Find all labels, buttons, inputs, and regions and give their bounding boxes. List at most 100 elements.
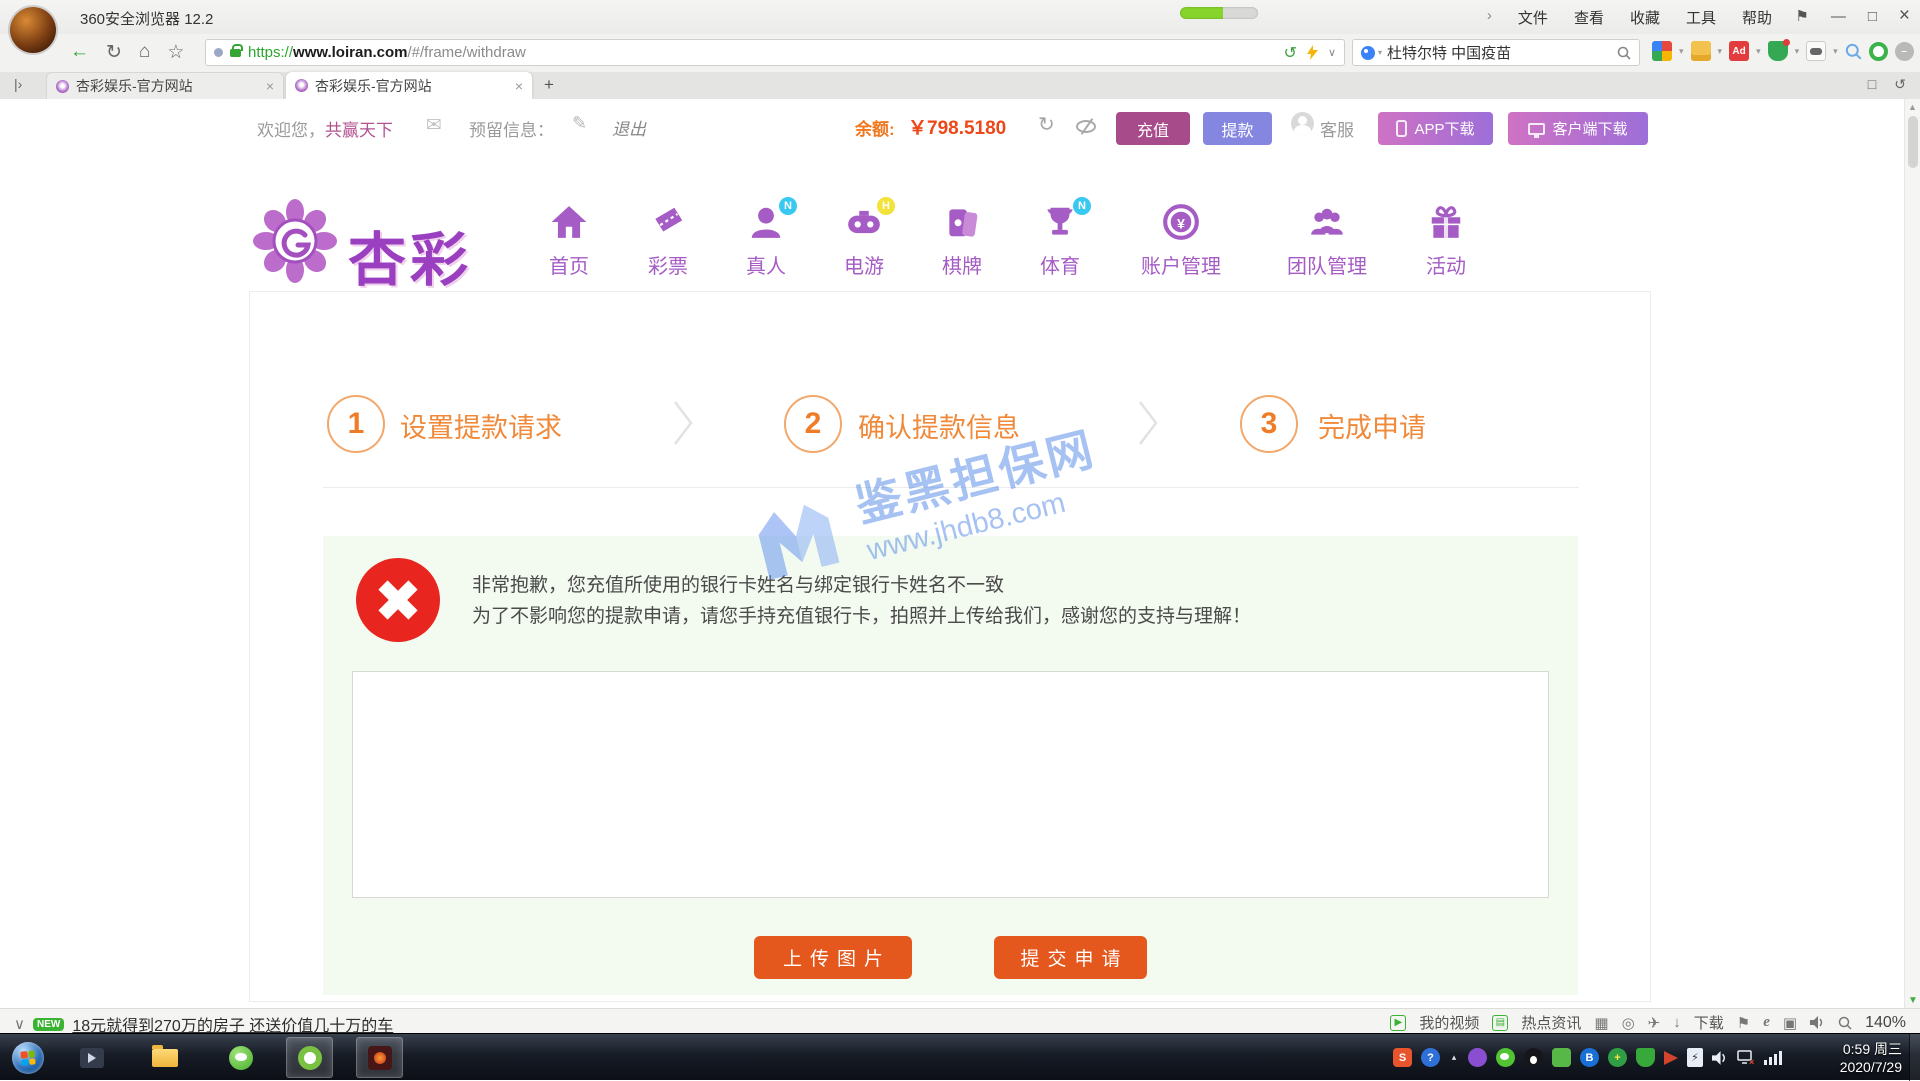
tab-close-icon[interactable]: × bbox=[515, 78, 523, 94]
volume-icon[interactable] bbox=[1712, 1050, 1728, 1066]
taskbar-messenger[interactable] bbox=[217, 1037, 264, 1078]
app-download-button[interactable]: APP下载 bbox=[1378, 112, 1493, 145]
edit-icon[interactable]: ✎ bbox=[572, 113, 587, 134]
message-envelope-icon[interactable]: ✉ bbox=[426, 114, 442, 137]
tab-close-icon[interactable]: × bbox=[266, 78, 274, 94]
hot-news-icon[interactable]: ▤ bbox=[1492, 1015, 1508, 1031]
security-shield-tray-icon[interactable] bbox=[1636, 1048, 1655, 1067]
menu-chevron-icon[interactable]: › bbox=[1487, 7, 1492, 28]
scroll-down-icon[interactable]: ▼ bbox=[1908, 995, 1918, 1006]
taskbar-app-active[interactable] bbox=[356, 1037, 403, 1078]
skin-icon[interactable]: ⚑ bbox=[1795, 7, 1808, 25]
taskbar-media-player[interactable] bbox=[68, 1037, 115, 1078]
nav-team[interactable]: 团队管理 bbox=[1267, 203, 1387, 279]
ext-caret[interactable]: ▾ bbox=[1718, 46, 1723, 57]
my-video-icon[interactable]: ▶ bbox=[1390, 1015, 1406, 1031]
client-download-button[interactable]: 客户端下载 bbox=[1508, 112, 1648, 145]
search-engine-icon[interactable] bbox=[1361, 46, 1375, 60]
back-button[interactable]: ← bbox=[70, 41, 89, 64]
upload-preview-area[interactable] bbox=[352, 671, 1549, 898]
restore-session-icon[interactable]: ↺ bbox=[1894, 76, 1906, 93]
tab-inactive[interactable]: 杏彩娱乐-官方网站 × bbox=[46, 72, 284, 99]
balance-refresh-icon[interactable]: ↻ bbox=[1038, 112, 1055, 137]
search-engine-caret[interactable]: ▾ bbox=[1378, 48, 1382, 57]
search-box[interactable]: ▾ 杜特尔特 中国疫苗 bbox=[1352, 39, 1640, 66]
nav-sports[interactable]: N 体育 bbox=[1000, 203, 1120, 279]
home-button[interactable]: ⌂ bbox=[139, 41, 150, 64]
compat-mode-icon[interactable]: ↺ bbox=[1284, 43, 1297, 63]
submit-application-button[interactable]: 提交申请 bbox=[994, 936, 1147, 979]
download-arrow-icon[interactable]: ↓ bbox=[1673, 1014, 1681, 1031]
flag-icon[interactable]: ⚑ bbox=[1737, 1014, 1750, 1032]
scroll-up-icon[interactable]: ▲ bbox=[1908, 102, 1917, 112]
page-scrollbar[interactable]: ▲ ▼ bbox=[1904, 99, 1920, 1008]
proxy-icon[interactable] bbox=[1869, 42, 1888, 61]
ext-caret[interactable]: ▾ bbox=[1833, 46, 1838, 57]
taskbar-clock[interactable]: 0:59 周三 2020/7/29 bbox=[1792, 1040, 1902, 1076]
search-input[interactable]: 杜特尔特 中国疫苗 bbox=[1387, 42, 1617, 63]
scrollbar-thumb[interactable] bbox=[1908, 116, 1918, 168]
taskbar-explorer[interactable] bbox=[141, 1037, 188, 1078]
signal-bars-icon[interactable] bbox=[1764, 1051, 1782, 1065]
customer-service-icon[interactable] bbox=[1291, 112, 1314, 135]
help-icon[interactable]: ? bbox=[1421, 1048, 1440, 1067]
network-error-icon[interactable]: × bbox=[1737, 1050, 1755, 1066]
zoom-plugin-icon[interactable] bbox=[1845, 43, 1862, 60]
hot-news-label[interactable]: 热点资讯 bbox=[1521, 1012, 1581, 1033]
boss-key-icon[interactable]: ◎ bbox=[1622, 1014, 1635, 1032]
download-label[interactable]: 下载 bbox=[1694, 1012, 1724, 1033]
ext-caret[interactable]: ▾ bbox=[1795, 46, 1800, 57]
mute-icon[interactable] bbox=[1810, 1016, 1825, 1029]
sidebar-toggle-icon[interactable]: |› bbox=[14, 76, 22, 92]
customer-service-label[interactable]: 客服 bbox=[1320, 116, 1354, 141]
bluetooth-icon[interactable]: B bbox=[1580, 1048, 1599, 1067]
ad-block-icon[interactable]: Ad bbox=[1729, 41, 1749, 61]
collapse-plugins-icon[interactable]: – bbox=[1895, 42, 1914, 61]
site-logo-text[interactable]: 杏彩 bbox=[348, 213, 472, 297]
antivirus-plus-icon[interactable]: + bbox=[1608, 1048, 1627, 1067]
menu-file[interactable]: 文件 bbox=[1518, 7, 1548, 28]
zoom-icon[interactable] bbox=[1838, 1016, 1852, 1030]
withdraw-button[interactable]: 提款 bbox=[1203, 112, 1272, 145]
speed-mode-icon[interactable] bbox=[1307, 45, 1318, 60]
ie-mode-icon[interactable]: e bbox=[1763, 1014, 1770, 1031]
nav-account[interactable]: ¥ 账户管理 bbox=[1121, 203, 1241, 279]
window-mode-icon[interactable]: ▣ bbox=[1783, 1014, 1797, 1032]
my-video-label[interactable]: 我的视频 bbox=[1419, 1012, 1479, 1033]
url-dropdown-caret[interactable]: ∨ bbox=[1328, 46, 1336, 59]
start-button[interactable] bbox=[12, 1042, 44, 1074]
statusbar-chevron-icon[interactable]: ∨ bbox=[14, 1015, 25, 1033]
show-desktop-button[interactable] bbox=[1909, 1034, 1920, 1081]
zoom-level[interactable]: 140% bbox=[1865, 1014, 1906, 1032]
pin-icon[interactable]: ✈ bbox=[1648, 1014, 1661, 1032]
screenshot-icon[interactable]: ▦ bbox=[1594, 1014, 1608, 1032]
horn-icon[interactable] bbox=[1664, 1051, 1678, 1065]
security-shield-icon[interactable] bbox=[1768, 41, 1788, 61]
qq-icon[interactable] bbox=[1524, 1048, 1543, 1067]
money-plugin-icon[interactable] bbox=[1691, 41, 1711, 61]
minimize-button[interactable]: — bbox=[1831, 8, 1846, 25]
site-logo-flower-icon[interactable] bbox=[253, 199, 337, 283]
menu-favorites[interactable]: 收藏 bbox=[1630, 7, 1660, 28]
hide-balance-icon[interactable] bbox=[1076, 120, 1096, 133]
tray-expand-icon[interactable]: ▴ bbox=[1449, 1048, 1459, 1067]
reading-mode-icon[interactable]: □ bbox=[1868, 76, 1876, 93]
favorites-star-icon[interactable]: ☆ bbox=[167, 41, 184, 64]
search-icon[interactable] bbox=[1617, 46, 1631, 60]
app-market-icon[interactable] bbox=[1652, 41, 1672, 61]
recharge-button[interactable]: 充值 bbox=[1116, 112, 1190, 145]
menu-tools[interactable]: 工具 bbox=[1686, 7, 1716, 28]
tray-badge-icon[interactable] bbox=[1468, 1048, 1487, 1067]
site-info-icon[interactable] bbox=[214, 48, 223, 57]
ext-caret[interactable]: ▾ bbox=[1679, 46, 1684, 57]
username[interactable]: 共赢天下 bbox=[325, 121, 393, 140]
tab-active[interactable]: 杏彩娱乐-官方网站 × bbox=[286, 72, 532, 99]
refresh-button[interactable]: ↻ bbox=[106, 41, 122, 64]
new-tab-button[interactable]: + bbox=[544, 75, 554, 95]
taskbar-360-browser[interactable] bbox=[286, 1037, 333, 1078]
game-center-icon[interactable] bbox=[1806, 41, 1826, 61]
upload-image-button[interactable]: 上传图片 bbox=[754, 936, 912, 979]
close-button[interactable]: × bbox=[1899, 5, 1910, 27]
browser-logo-avatar[interactable] bbox=[10, 7, 56, 53]
ext-caret[interactable]: ▾ bbox=[1756, 46, 1761, 57]
